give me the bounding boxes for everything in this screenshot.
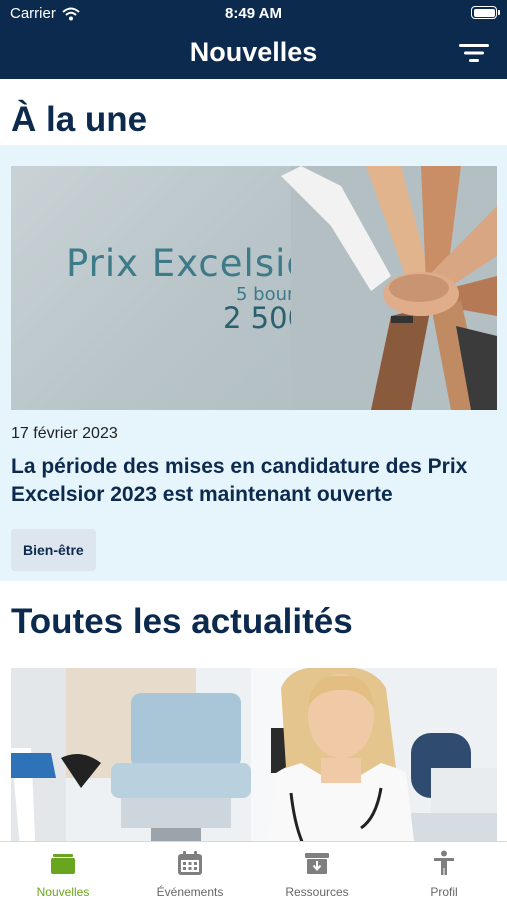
category-tag[interactable]: Bien-être (11, 529, 96, 571)
article-headline[interactable]: La période des mises en candidature des … (11, 453, 501, 509)
navigation-bar: Nouvelles (0, 28, 507, 79)
featured-section-title: À la une (11, 100, 148, 139)
tab-label-nouvelles: Nouvelles (36, 885, 90, 899)
tab-label-evenements: Événements (156, 885, 224, 899)
tab-nouvelles[interactable]: Nouvelles (0, 842, 126, 900)
news-article-image[interactable] (11, 668, 497, 841)
doctor-office-illustration (11, 668, 497, 841)
featured-article-card[interactable]: Prix Excelsior 5 bourses de 2 500 $ 17 f… (0, 145, 507, 581)
tab-bar: Nouvelles Événements Ressources Profil (0, 841, 507, 900)
featured-article-image: Prix Excelsior 5 bourses de 2 500 $ (11, 166, 497, 410)
news-feed[interactable]: À la une Prix Excelsior 5 bourses de 2 5… (0, 79, 507, 841)
clock: 8:49 AM (225, 5, 282, 22)
tab-evenements[interactable]: Événements (127, 842, 253, 900)
tab-profil[interactable]: Profil (381, 842, 507, 900)
newspaper-icon (51, 854, 75, 874)
battery-icon (471, 6, 500, 19)
person-icon (434, 850, 454, 875)
calendar-icon (178, 851, 202, 875)
all-news-section-title: Toutes les actualités (11, 602, 353, 641)
tab-ressources[interactable]: Ressources (254, 842, 380, 900)
article-date: 17 février 2023 (11, 425, 118, 442)
tab-label-ressources: Ressources (285, 885, 349, 899)
status-bar: Carrier 8:49 AM (0, 0, 507, 28)
stacked-hands-illustration (281, 166, 497, 410)
tab-label-profil: Profil (430, 885, 458, 899)
page-title: Nouvelles (189, 37, 318, 67)
filter-icon[interactable] (459, 42, 489, 64)
archive-icon (305, 853, 329, 874)
